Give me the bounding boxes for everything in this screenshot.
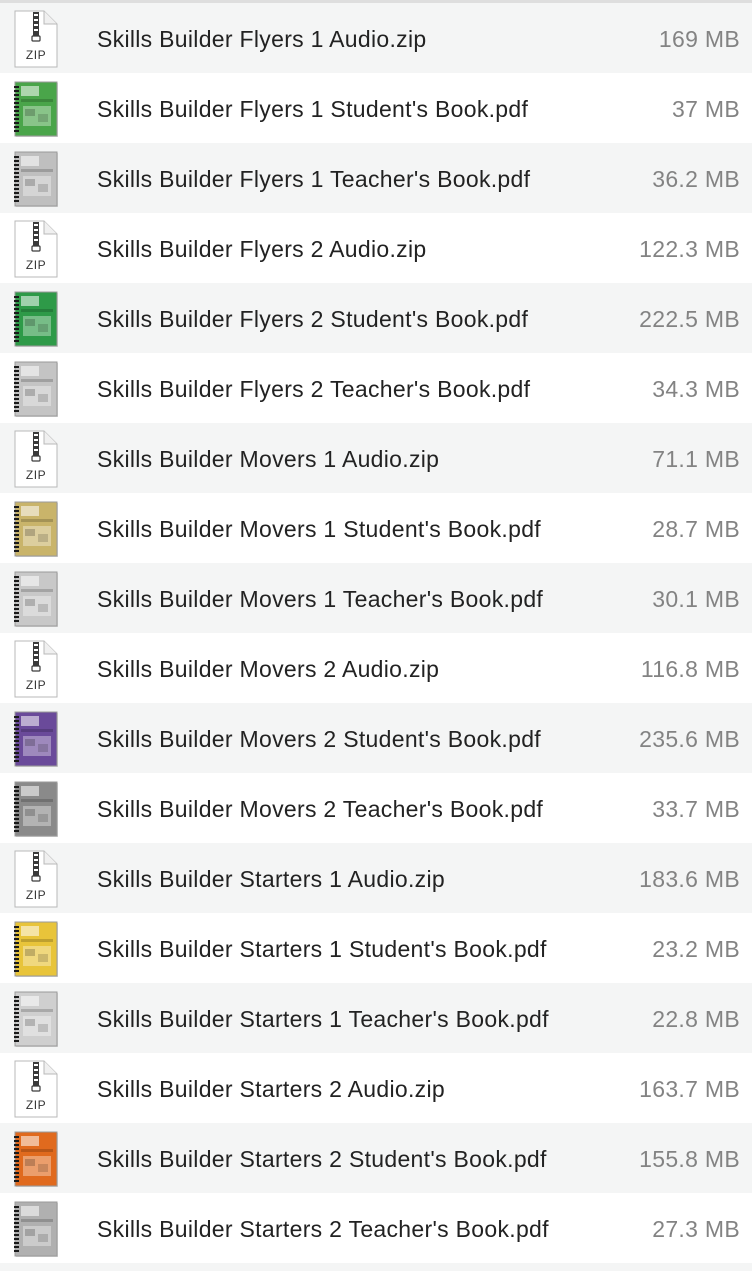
file-size: 22.8 MB <box>652 1006 740 1032</box>
file-size: 34.3 MB <box>652 376 740 402</box>
zip-file-icon: ZIP <box>11 10 61 68</box>
file-row[interactable]: Skills Builder Movers 2 Student's Book.p… <box>0 703 752 773</box>
file-name: Skills Builder Starters 2 Student's Book… <box>97 1146 547 1172</box>
zip-file-icon: ZIP <box>11 850 61 908</box>
file-row[interactable]: Skills Builder Movers 2 Teacher's Book.p… <box>0 773 752 843</box>
file-size: 23.2 MB <box>652 936 740 962</box>
pdf-thumbnail-icon <box>11 1130 61 1188</box>
file-name: Skills Builder Movers 2 Student's Book.p… <box>97 726 541 752</box>
file-list: ZIP Skills Builder Flyers 1 Audio.zip 169 … <box>0 3 752 1263</box>
file-row[interactable]: Skills Builder Starters 1 Student's Book… <box>0 913 752 983</box>
file-row[interactable]: ZIP Skills Builder Starters 2 Audio.zip 16… <box>0 1053 752 1123</box>
file-size: 163.7 MB <box>639 1076 740 1102</box>
file-size: 116.8 MB <box>640 656 740 682</box>
file-size: 27.3 MB <box>652 1216 740 1242</box>
file-row[interactable]: Skills Builder Starters 1 Teacher's Book… <box>0 983 752 1053</box>
zip-label: ZIP <box>25 48 47 62</box>
file-size: 222.5 MB <box>639 306 740 332</box>
file-row[interactable]: ZIP Skills Builder Flyers 1 Audio.zip 169 … <box>0 3 752 73</box>
file-name: Skills Builder Flyers 1 Teacher's Book.p… <box>97 166 531 192</box>
file-name: Skills Builder Movers 2 Teacher's Book.p… <box>97 796 544 822</box>
file-row[interactable]: Skills Builder Flyers 2 Teacher's Book.p… <box>0 353 752 423</box>
file-name: Skills Builder Movers 1 Student's Book.p… <box>97 516 541 542</box>
file-name: Skills Builder Starters 2 Teacher's Book… <box>97 1216 549 1242</box>
file-row[interactable]: ZIP Skills Builder Starters 1 Audio.zip 18… <box>0 843 752 913</box>
file-size: 33.7 MB <box>652 796 740 822</box>
file-name: Skills Builder Starters 1 Student's Book… <box>97 936 547 962</box>
file-name: Skills Builder Flyers 1 Audio.zip <box>97 26 427 52</box>
pdf-thumbnail-icon <box>11 570 61 628</box>
file-size: 122.3 MB <box>639 236 740 262</box>
list-bottom-strip <box>0 1263 752 1271</box>
file-name: Skills Builder Flyers 2 Student's Book.p… <box>97 306 529 332</box>
file-row[interactable]: Skills Builder Flyers 2 Student's Book.p… <box>0 283 752 353</box>
zip-label: ZIP <box>25 258 47 272</box>
file-row[interactable]: Skills Builder Starters 2 Teacher's Book… <box>0 1193 752 1263</box>
zip-file-icon: ZIP <box>11 220 61 278</box>
file-name: Skills Builder Flyers 2 Teacher's Book.p… <box>97 376 531 402</box>
file-row[interactable]: Skills Builder Flyers 1 Teacher's Book.p… <box>0 143 752 213</box>
file-name: Skills Builder Movers 2 Audio.zip <box>97 656 440 682</box>
zip-file-icon: ZIP <box>11 640 61 698</box>
zip-label: ZIP <box>25 888 47 902</box>
pdf-thumbnail-icon <box>11 920 61 978</box>
file-name: Skills Builder Starters 2 Audio.zip <box>97 1076 445 1102</box>
file-name: Skills Builder Flyers 1 Student's Book.p… <box>97 96 529 122</box>
file-size: 71.1 MB <box>652 446 740 472</box>
file-size: 28.7 MB <box>652 516 740 542</box>
zip-label: ZIP <box>25 1098 47 1112</box>
zip-label: ZIP <box>25 678 47 692</box>
pdf-thumbnail-icon <box>11 710 61 768</box>
file-name: Skills Builder Starters 1 Teacher's Book… <box>97 1006 549 1032</box>
file-row[interactable]: ZIP Skills Builder Flyers 2 Audio.zip 122.… <box>0 213 752 283</box>
file-size: 30.1 MB <box>652 586 740 612</box>
file-row[interactable]: ZIP Skills Builder Movers 2 Audio.zip 116.… <box>0 633 752 703</box>
file-row[interactable]: Skills Builder Movers 1 Teacher's Book.p… <box>0 563 752 633</box>
pdf-thumbnail-icon <box>11 360 61 418</box>
file-row[interactable]: Skills Builder Movers 1 Student's Book.p… <box>0 493 752 563</box>
file-size: 235.6 MB <box>639 726 740 752</box>
pdf-thumbnail-icon <box>11 990 61 1048</box>
file-row[interactable]: ZIP Skills Builder Movers 1 Audio.zip 71.1… <box>0 423 752 493</box>
file-name: Skills Builder Movers 1 Audio.zip <box>97 446 440 472</box>
pdf-thumbnail-icon <box>11 150 61 208</box>
pdf-thumbnail-icon <box>11 80 61 138</box>
zip-label: ZIP <box>25 468 47 482</box>
file-size: 169 MB <box>658 26 740 52</box>
file-name: Skills Builder Starters 1 Audio.zip <box>97 866 445 892</box>
file-name: Skills Builder Flyers 2 Audio.zip <box>97 236 427 262</box>
pdf-thumbnail-icon <box>11 1200 61 1258</box>
file-size: 37 MB <box>672 96 740 122</box>
zip-file-icon: ZIP <box>11 430 61 488</box>
file-size: 155.8 MB <box>639 1146 740 1172</box>
zip-file-icon: ZIP <box>11 1060 61 1118</box>
pdf-thumbnail-icon <box>11 780 61 838</box>
pdf-thumbnail-icon <box>11 500 61 558</box>
file-row[interactable]: Skills Builder Flyers 1 Student's Book.p… <box>0 73 752 143</box>
file-name: Skills Builder Movers 1 Teacher's Book.p… <box>97 586 544 612</box>
file-row[interactable]: Skills Builder Starters 2 Student's Book… <box>0 1123 752 1193</box>
pdf-thumbnail-icon <box>11 290 61 348</box>
file-size: 183.6 MB <box>639 866 740 892</box>
file-size: 36.2 MB <box>652 166 740 192</box>
